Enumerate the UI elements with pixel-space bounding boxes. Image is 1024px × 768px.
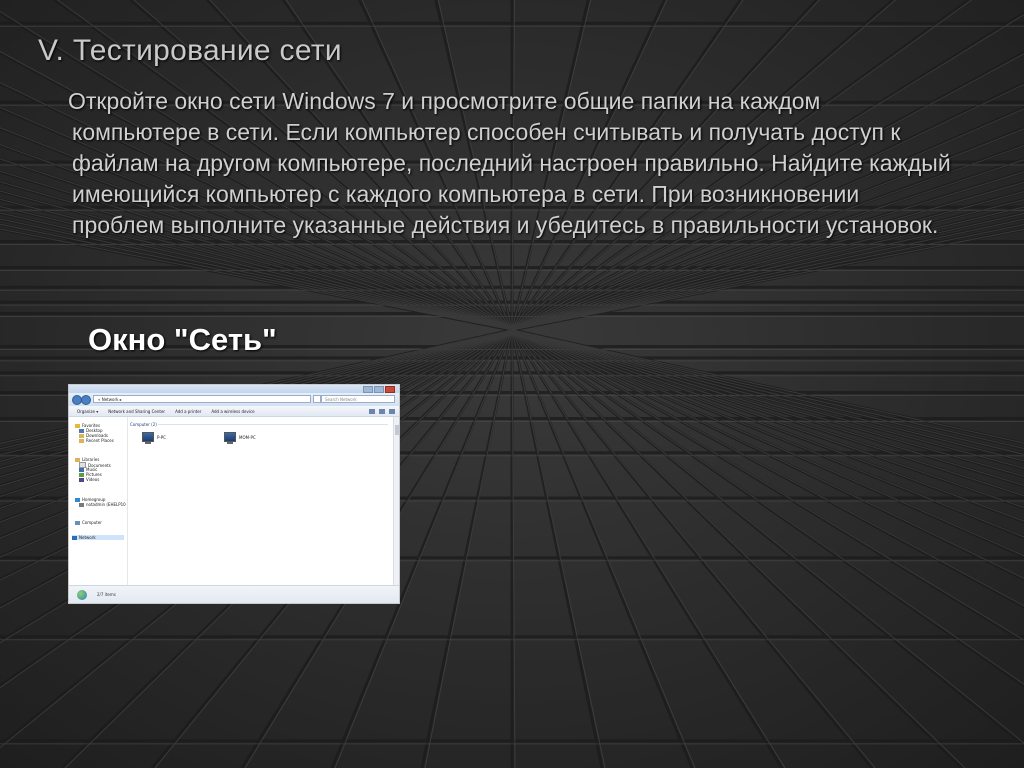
add-printer-link: Add a printer bbox=[175, 408, 202, 414]
content-pane: Computer (2) P-PC MOM-PC bbox=[128, 417, 392, 587]
address-field: « Network ▸ bbox=[93, 395, 311, 403]
network-icon bbox=[72, 535, 77, 540]
forward-icon bbox=[81, 395, 91, 405]
slide-body-text: Откройте окно сети Windows 7 и просмотри… bbox=[68, 88, 951, 238]
navigation-pane: Favorites Desktop Downloads Recent Place… bbox=[69, 417, 128, 587]
preview-pane-icon bbox=[379, 409, 385, 414]
maximize-icon bbox=[374, 386, 384, 393]
folder-icon bbox=[79, 433, 84, 438]
group-divider bbox=[158, 424, 388, 425]
address-bar: « Network ▸ Search Network bbox=[69, 393, 399, 406]
command-bar: Organize ▾ Network and Sharing Center Ad… bbox=[69, 406, 399, 417]
network-globe-icon bbox=[77, 590, 87, 600]
status-bar: 2/7 items bbox=[69, 585, 399, 603]
window-titlebar bbox=[69, 385, 399, 393]
nav-computer: Computer bbox=[75, 520, 102, 525]
status-item-count: 2/7 items bbox=[97, 592, 116, 597]
computer-item: P-PC bbox=[142, 432, 166, 444]
video-icon bbox=[79, 477, 84, 482]
add-wireless-device-link: Add a wireless device bbox=[211, 408, 255, 414]
nav-homegroup-user: notadmin (EHELP10 bbox=[79, 502, 126, 507]
vertical-scrollbar bbox=[393, 417, 399, 587]
picture-icon bbox=[79, 472, 84, 477]
screenshot-caption: Окно "Сеть" bbox=[88, 322, 277, 357]
homegroup-icon bbox=[75, 497, 80, 502]
help-icon bbox=[389, 409, 395, 414]
minimize-icon bbox=[363, 386, 373, 393]
group-header: Computer (2) bbox=[130, 422, 157, 427]
slide-title: V. Тестирование сети bbox=[38, 34, 342, 67]
network-window-screenshot: « Network ▸ Search Network Organize ▾ Ne… bbox=[68, 384, 400, 604]
computer-item: MOM-PC bbox=[224, 432, 256, 444]
nav-network: Network bbox=[72, 535, 124, 540]
user-icon bbox=[79, 502, 84, 507]
views-icon bbox=[369, 409, 375, 414]
network-sharing-center-link: Network and Sharing Center bbox=[108, 408, 166, 414]
music-icon bbox=[79, 467, 84, 472]
computer-icon bbox=[75, 520, 80, 525]
search-field: Search Network bbox=[321, 395, 395, 403]
nav-recent-places: Recent Places bbox=[79, 438, 114, 443]
organize-menu: Organize ▾ bbox=[77, 408, 99, 414]
computer-icon bbox=[224, 432, 236, 444]
star-icon bbox=[75, 423, 80, 428]
nav-videos: Videos bbox=[79, 477, 99, 482]
library-icon bbox=[75, 457, 80, 462]
folder-icon bbox=[79, 438, 84, 443]
computer-icon bbox=[142, 432, 154, 444]
refresh-icon bbox=[313, 395, 321, 403]
desktop-icon bbox=[79, 428, 84, 433]
close-icon bbox=[385, 386, 395, 393]
